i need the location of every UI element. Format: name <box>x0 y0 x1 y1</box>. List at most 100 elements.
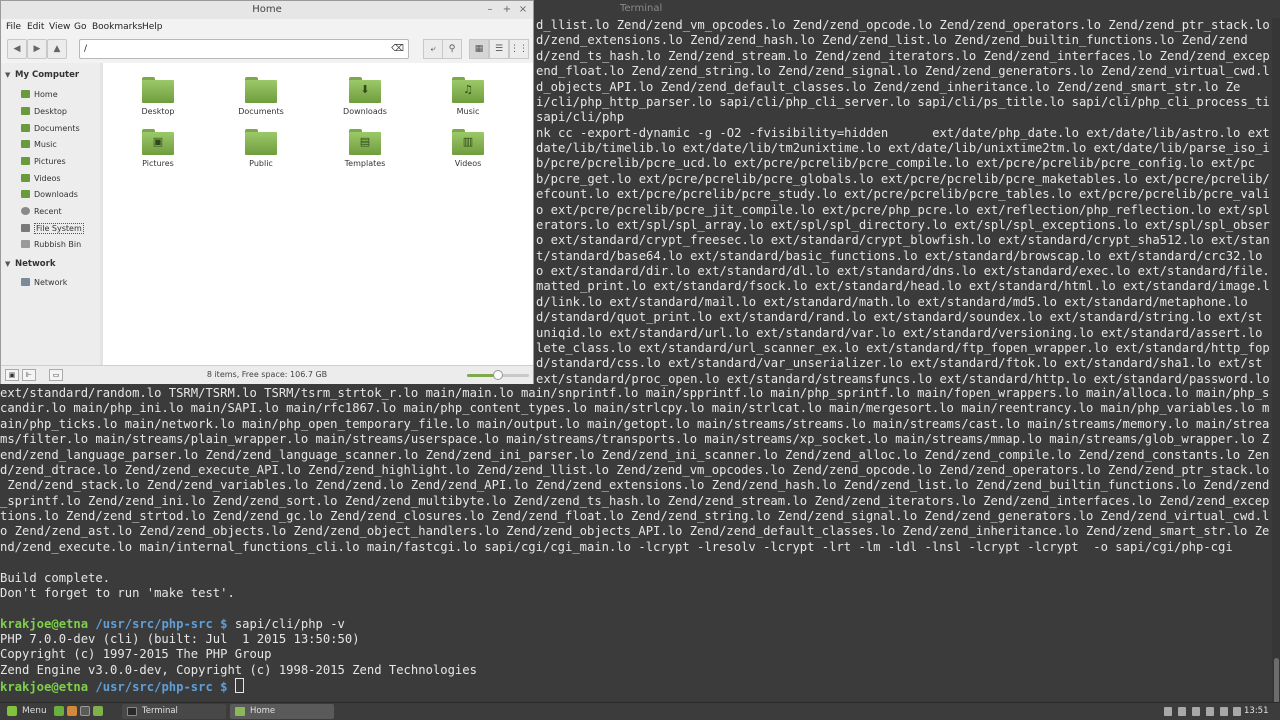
close-button[interactable]: × <box>516 3 530 17</box>
compact-view-button[interactable]: ⋮⋮ <box>509 39 529 59</box>
start-menu-button[interactable]: Menu <box>4 703 48 720</box>
sidebar-header-network[interactable]: ▼ Network <box>5 257 55 271</box>
forward-button[interactable]: ▶ <box>27 39 47 59</box>
file-item-desktop[interactable]: Desktop <box>113 71 203 121</box>
back-button[interactable]: ◀ <box>7 39 27 59</box>
clear-location-icon[interactable]: ⌫ <box>391 42 404 56</box>
terminal-scrollbar[interactable] <box>1272 18 1280 710</box>
sidebar: ▼ My Computer Home Desktop Documents Musi… <box>1 63 101 365</box>
update-tray-icon[interactable] <box>1192 707 1200 716</box>
sidebar-item-videos[interactable]: Videos <box>21 171 99 186</box>
terminal-cursor[interactable] <box>234 678 244 694</box>
file-item-documents[interactable]: Documents <box>216 71 306 121</box>
menu-help[interactable]: Help <box>142 19 163 35</box>
wifi-tray-icon[interactable] <box>1206 707 1214 716</box>
back-arrow-icon: ◀ <box>13 44 21 54</box>
file-item-music[interactable]: ♫ Music <box>423 71 513 121</box>
location-value: / <box>84 44 88 54</box>
forward-arrow-icon: ▶ <box>33 44 41 54</box>
terminal-output-line: PHP 7.0.0-dev (cli) (built: Jul 1 2015 1… <box>0 632 360 646</box>
bluetooth-tray-icon[interactable] <box>1178 707 1186 716</box>
terminal-line: d_llist.lo Zend/zend_vm_opcodes.lo Zend/… <box>536 18 1270 32</box>
location-input[interactable]: / ⌫ <box>79 39 409 59</box>
sidebar-item-music[interactable]: Music <box>21 137 99 152</box>
file-view[interactable]: Desktop Documents ⬇ Downloads ♫ Music ▣ … <box>103 63 533 365</box>
sidebar-item-home[interactable]: Home <box>21 87 99 102</box>
videos-folder-icon: ▥ <box>452 129 484 155</box>
sidebar-item-network[interactable]: Network <box>21 275 99 290</box>
terminal-line: nd/zend_execute.lo main/internal_functio… <box>0 539 1233 554</box>
file-item-pictures[interactable]: ▣ Pictures <box>113 123 203 173</box>
volume-tray-icon[interactable] <box>1220 707 1228 716</box>
sidebar-item-recent[interactable]: Recent <box>21 204 99 219</box>
files-launcher-icon[interactable] <box>93 706 103 716</box>
terminal-line: b/pcre/pcrelib/pcre_ucd.lo ext/pcre/pcre… <box>536 156 1256 171</box>
sidebar-item-file-system[interactable]: File System <box>21 221 99 236</box>
task-terminal[interactable]: Terminal <box>122 704 226 719</box>
zoom-slider-handle[interactable] <box>493 370 503 380</box>
file-manager-window[interactable]: Home – + × File Edit View Go Bookmarks H… <box>0 0 534 384</box>
terminal-line: ms/filter.lo main/streams/plain_wrapper.… <box>0 432 1270 447</box>
show-desktop-icon[interactable] <box>54 706 64 716</box>
maximize-button[interactable]: + <box>500 3 514 17</box>
menu-file[interactable]: File <box>6 19 21 35</box>
icon-view-button[interactable]: ▦ <box>469 39 489 59</box>
menu-bookmarks[interactable]: Bookmarks <box>92 19 142 35</box>
terminal-output-upper: d_llist.lo Zend/zend_vm_opcodes.lo Zend/… <box>536 18 1270 386</box>
zoom-slider[interactable] <box>467 370 529 380</box>
up-button[interactable]: ▲ <box>47 39 67 59</box>
terminal-line: o ext/pcre/pcrelib/pcre_jit_compile.lo e… <box>536 202 1270 217</box>
recent-clock-icon <box>21 207 30 215</box>
search-icon: ⚲ <box>448 44 456 54</box>
documents-icon <box>21 124 30 132</box>
task-label: Terminal <box>142 706 178 716</box>
terminal-line: i/cli/php_http_parser.lo sapi/cli/php_cl… <box>536 94 1270 109</box>
prompt-user: krakjoe@etna <box>0 616 89 631</box>
file-item-videos[interactable]: ▥ Videos <box>423 123 513 173</box>
expander-down-icon: ▼ <box>5 71 11 79</box>
file-item-templates[interactable]: ▤ Templates <box>320 123 410 173</box>
terminal-launcher-icon[interactable] <box>80 706 90 716</box>
toggle-location-button[interactable]: ⤶ <box>423 39 443 59</box>
firefox-launcher-icon[interactable] <box>67 706 77 716</box>
terminal-line: b/pcre_get.lo ext/pcre/pcrelib/pcre_glob… <box>536 171 1270 186</box>
terminal-output-line: Copyright (c) 1997-2015 The PHP Group <box>0 647 272 662</box>
pictures-icon <box>21 157 30 165</box>
sidebar-item-pictures[interactable]: Pictures <box>21 154 99 169</box>
sidebar-item-downloads[interactable]: Downloads <box>21 187 99 202</box>
file-manager-titlebar[interactable]: Home – + × <box>1 1 533 19</box>
downloads-folder-icon: ⬇ <box>349 77 381 103</box>
music-folder-icon: ♫ <box>452 77 484 103</box>
file-item-downloads[interactable]: ⬇ Downloads <box>320 71 410 121</box>
terminal-command: sapi/cli/php -v <box>234 616 345 631</box>
file-item-label: Templates <box>344 159 386 168</box>
minimize-button[interactable]: – <box>483 3 497 17</box>
network-tray-icon[interactable] <box>1164 707 1172 716</box>
battery-tray-icon[interactable] <box>1233 707 1241 716</box>
sidebar-item-desktop[interactable]: Desktop <box>21 104 99 119</box>
desktop-icon <box>21 107 30 115</box>
videos-icon <box>21 174 30 182</box>
menu-view[interactable]: View <box>49 19 70 35</box>
trash-icon <box>21 240 30 248</box>
terminal-line: efcount.lo ext/pcre/pcrelib/pcre_study.l… <box>536 187 1270 202</box>
terminal-line: ext/standard/random.lo TSRM/TSRM.lo TSRM… <box>0 386 1270 400</box>
terminal-line: o ext/standard/dir.lo ext/standard/dl.lo… <box>536 264 1270 278</box>
terminal-line: Build complete. <box>0 570 111 585</box>
terminal-line: end/zend_language_parser.lo Zend/zend_la… <box>0 447 1270 462</box>
menu-edit[interactable]: Edit <box>27 19 44 35</box>
search-button[interactable]: ⚲ <box>442 39 462 59</box>
terminal-line: Zend/zend_stack.lo Zend/zend_variables.l… <box>7 478 1270 493</box>
pictures-folder-icon: ▣ <box>142 129 174 155</box>
file-item-public[interactable]: Public <box>216 123 306 173</box>
terminal-line: end_float.lo Zend/zend_string.lo Zend/ze… <box>536 64 1270 79</box>
sidebar-item-documents[interactable]: Documents <box>21 121 99 136</box>
sidebar-item-rubbish-bin[interactable]: Rubbish Bin <box>21 237 99 252</box>
terminal-line: date/lib/timelib.lo ext/date/lib/tm2unix… <box>536 141 1270 155</box>
folder-icon <box>235 707 245 716</box>
menu-go[interactable]: Go <box>74 19 86 35</box>
list-view-button[interactable]: ☰ <box>489 39 509 59</box>
task-home[interactable]: Home <box>230 704 334 719</box>
sidebar-header-my-computer[interactable]: ▼ My Computer <box>5 68 79 82</box>
documents-folder-icon <box>245 77 277 103</box>
